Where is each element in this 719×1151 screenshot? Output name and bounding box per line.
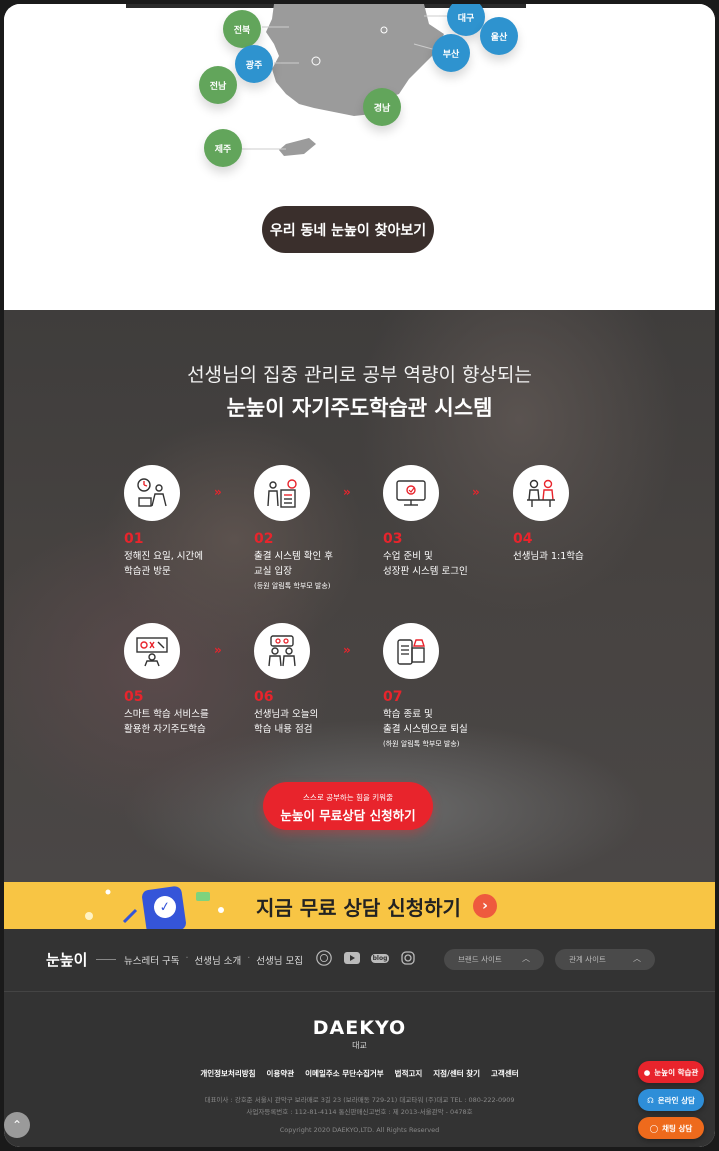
step-description: 정해진 요일, 시간에 학습관 방문: [124, 551, 203, 577]
social-icons: blog: [315, 949, 417, 967]
float-chat-label: 채팅 상담: [662, 1123, 693, 1133]
chevron-right-icon: »: [343, 485, 351, 499]
step-description: 스마트 학습 서비스를 활용한 자기주도학습: [124, 709, 209, 735]
step-description: 선생님과 오늘의 학습 내용 점검: [254, 709, 319, 735]
step-note: (등원 알림톡 학부모 발송): [254, 582, 331, 590]
chevron-right-icon: »: [214, 485, 222, 499]
float-center-button[interactable]: ● 눈높이 학습관: [638, 1061, 704, 1083]
company-registration: 사업자등록번호 : 112-81-4114 통신판매신고번호 : 제 2013-…: [246, 1108, 473, 1116]
step-number: 06: [254, 689, 274, 705]
footer-divider: [4, 991, 715, 992]
footer-link-recruit[interactable]: 선생님 모집: [256, 953, 303, 967]
footer-link-newsletter[interactable]: 뉴스레터 구독: [124, 953, 179, 967]
region-bubble[interactable]: 전북: [223, 10, 261, 48]
float-online-button[interactable]: ☊ 온라인 상담: [638, 1089, 704, 1111]
float-online-label: 온라인 상담: [657, 1095, 695, 1105]
brand-site-select[interactable]: 브랜드 사이트 ︿: [444, 949, 544, 970]
instagram-icon[interactable]: [399, 949, 417, 967]
policy-links: 개인정보처리방침 이용약관 이메일주소 무단수집거부 법적고지 지점/센터 찾기…: [4, 1068, 715, 1079]
location-icon: ●: [643, 1067, 651, 1077]
region-bubble[interactable]: 경남: [363, 88, 401, 126]
separator: ·: [247, 953, 251, 964]
chevron-right-icon: »: [214, 643, 222, 657]
checkout-icon: [383, 623, 439, 679]
daekyo-logo: DAEKYO: [312, 1017, 407, 1039]
region-bubble[interactable]: 전남: [199, 66, 237, 104]
chat-icon: ◯: [649, 1123, 659, 1133]
chevron-right-icon: »: [343, 643, 351, 657]
step-number: 05: [124, 689, 144, 705]
consultation-banner[interactable]: ✓ 지금 무료 상담 신청하기 ›: [4, 882, 715, 929]
related-site-label: 관계 사이트: [569, 955, 606, 964]
divider: [96, 959, 116, 960]
separator: ·: [185, 953, 189, 964]
computer-login-icon: [383, 465, 439, 521]
daekyo-logo-sub: 대교: [352, 1041, 367, 1050]
policy-link-support[interactable]: 고객센터: [491, 1068, 519, 1079]
banner-text: 지금 무료 상담 신청하기: [256, 896, 461, 920]
chevron-up-icon: ︿: [633, 954, 641, 963]
chevron-right-icon[interactable]: ›: [473, 894, 497, 918]
step-description: 선생님과 1:1학습: [513, 551, 584, 562]
review-icon: [254, 623, 310, 679]
step-number: 03: [383, 531, 403, 547]
brand-site-label: 브랜드 사이트: [458, 955, 502, 964]
one-on-one-icon: [513, 465, 569, 521]
step-description: 출결 시스템 확인 후 교실 입장: [254, 551, 333, 577]
step-number: 02: [254, 531, 274, 547]
float-chat-button[interactable]: ◯ 채팅 상담: [638, 1117, 704, 1139]
region-bubble[interactable]: 제주: [204, 129, 242, 167]
footer-brand[interactable]: 눈높이: [46, 949, 87, 970]
page-frame: 전북 광주 전남 제주 대구 울산 부산 경남 우리 동네 눈높이 찾아보기 선…: [4, 4, 715, 1147]
footer: 눈높이 뉴스레터 구독 · 선생님 소개 · 선생님 모집 blog 브랜드 사…: [4, 929, 715, 1147]
cta-label: 눈높이 무료상담 신청하기: [280, 808, 416, 823]
blog-label: blog: [370, 953, 390, 963]
step-description: 수업 준비 및 성장판 시스템 로그인: [383, 551, 468, 577]
region-bubble[interactable]: 광주: [235, 45, 273, 83]
headset-icon: ☊: [647, 1095, 654, 1105]
system-title: 눈높이 자기주도학습관 시스템: [226, 396, 493, 420]
region-bubble[interactable]: 부산: [432, 34, 470, 72]
learning-system-section: 선생님의 집중 관리로 공부 역량이 향상되는 눈높이 자기주도학습관 시스템 …: [4, 310, 715, 882]
attendance-check-icon: [254, 465, 310, 521]
chevron-up-icon: ︿: [522, 954, 530, 963]
region-map-section: 전북 광주 전남 제주 대구 울산 부산 경남 우리 동네 눈높이 찾아보기: [4, 4, 715, 310]
award-icon[interactable]: [315, 949, 333, 967]
chevron-right-icon: »: [472, 485, 480, 499]
footer-links: 뉴스레터 구독 · 선생님 소개 · 선생님 모집: [124, 953, 303, 967]
policy-link-terms[interactable]: 이용약관: [267, 1068, 295, 1079]
blog-icon[interactable]: blog: [370, 949, 390, 967]
scroll-top-button[interactable]: ⌃: [4, 1112, 30, 1138]
step-number: 07: [383, 689, 403, 705]
chevron-up-icon: ⌃: [11, 1118, 23, 1132]
company-address: 대표이사 : 강호준 서울시 관악구 보라매로 3길 23 (보라매동 729-…: [204, 1096, 515, 1104]
korea-map-icon: [242, 4, 449, 156]
footer-link-teachers[interactable]: 선생님 소개: [195, 953, 242, 967]
related-site-select[interactable]: 관계 사이트 ︿: [555, 949, 655, 970]
policy-link-privacy[interactable]: 개인정보처리방침: [200, 1068, 255, 1079]
policy-link-email[interactable]: 이메일주소 무단수집거부: [305, 1068, 384, 1079]
free-consultation-button[interactable]: 스스로 공부하는 힘을 키워줄 눈높이 무료상담 신청하기: [263, 782, 433, 830]
step-description: 학습 종료 및 출결 시스템으로 퇴실: [383, 709, 468, 735]
cta-caption: 스스로 공부하는 힘을 키워줄: [303, 793, 393, 802]
find-local-center-button[interactable]: 우리 동네 눈높이 찾아보기: [262, 206, 434, 253]
youtube-icon[interactable]: [343, 949, 361, 967]
float-center-label: 눈높이 학습관: [654, 1067, 699, 1077]
student-arrival-icon: [124, 465, 180, 521]
system-subtitle: 선생님의 집중 관리로 공부 역량이 향상되는: [187, 364, 532, 386]
copyright: Copyright 2020 DAEKYO,LTD. All Rights Re…: [279, 1126, 440, 1134]
step-number: 01: [124, 531, 144, 547]
step-number: 04: [513, 531, 533, 547]
step-note: (하원 알림톡 학부모 발송): [383, 740, 460, 748]
policy-link-legal[interactable]: 법적고지: [395, 1068, 423, 1079]
smart-learning-icon: [124, 623, 180, 679]
policy-link-find-center[interactable]: 지점/센터 찾기: [433, 1068, 480, 1079]
region-bubble[interactable]: 울산: [480, 17, 518, 55]
